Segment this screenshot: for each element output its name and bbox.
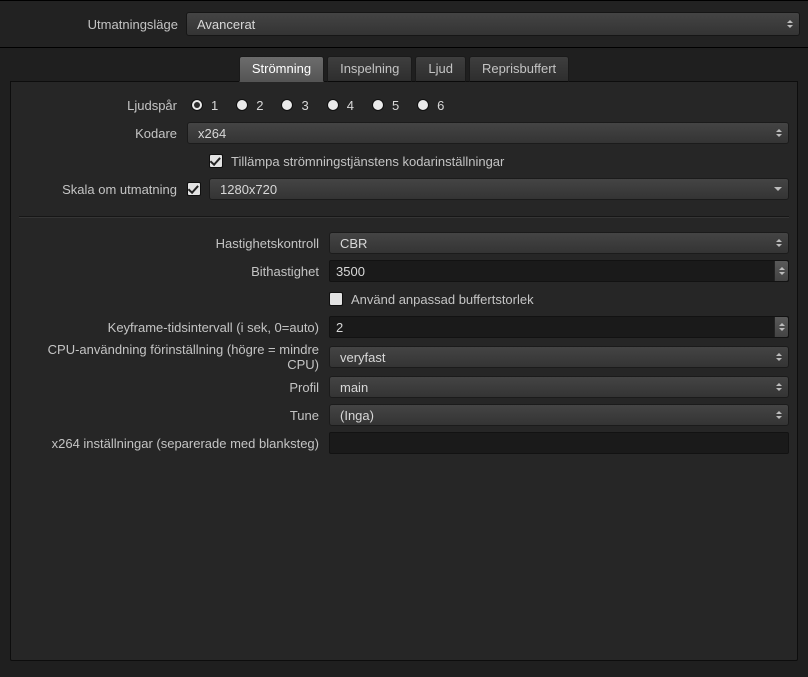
radio-icon (281, 99, 293, 111)
radio-icon (417, 99, 429, 111)
output-mode-value: Avancerat (197, 17, 255, 32)
profile-label: Profil (19, 380, 329, 395)
output-mode-label: Utmatningsläge (0, 17, 186, 32)
updown-icon (774, 261, 788, 281)
audio-track-radios: 1 2 3 4 5 6 (187, 98, 444, 113)
row-bitrate: Bithastighet 3500 (19, 258, 789, 284)
tune-label: Tune (19, 408, 329, 423)
updown-icon (773, 349, 785, 365)
output-mode-combo[interactable]: Avancerat (186, 12, 800, 36)
tabs-region: Strömning Inspelning Ljud Reprisbuffert … (0, 48, 808, 661)
audio-track-5[interactable]: 5 (372, 98, 399, 113)
row-rate-control: Hastighetskontroll CBR (19, 230, 789, 256)
keyframe-value: 2 (336, 320, 343, 335)
audio-track-2[interactable]: 2 (236, 98, 263, 113)
output-mode-bar: Utmatningsläge Avancerat (0, 0, 808, 48)
audio-track-4[interactable]: 4 (327, 98, 354, 113)
keyframe-input[interactable]: 2 (329, 316, 789, 338)
updown-icon (773, 235, 785, 251)
radio-icon (327, 99, 339, 111)
audio-track-1[interactable]: 1 (191, 98, 218, 113)
encoder-combo[interactable]: x264 (187, 122, 789, 144)
row-cpu-preset: CPU-användning förinställning (högre = m… (19, 342, 789, 372)
profile-combo[interactable]: main (329, 376, 789, 398)
rate-control-value: CBR (340, 236, 367, 251)
enforce-label: Tillämpa strömningstjänstens kodarinstäl… (231, 154, 504, 169)
enforce-checkbox[interactable] (209, 154, 223, 168)
audio-track-3[interactable]: 3 (281, 98, 308, 113)
row-enforce: Tillämpa strömningstjänstens kodarinstäl… (19, 148, 789, 174)
radio-icon (372, 99, 384, 111)
row-rescale: Skala om utmatning 1280x720 (19, 176, 789, 202)
rescale-combo[interactable]: 1280x720 (209, 178, 789, 200)
encoder-value: x264 (198, 126, 226, 141)
tune-value: (Inga) (340, 408, 374, 423)
row-x264opts: x264 inställningar (separerade med blank… (19, 430, 789, 456)
keyframe-label: Keyframe-tidsintervall (i sek, 0=auto) (19, 320, 329, 335)
updown-icon (774, 317, 788, 337)
encoder-label: Kodare (19, 126, 187, 141)
radio-icon (236, 99, 248, 111)
row-keyframe: Keyframe-tidsintervall (i sek, 0=auto) 2 (19, 314, 789, 340)
audio-track-6[interactable]: 6 (417, 98, 444, 113)
updown-icon (773, 407, 785, 423)
updown-icon (784, 15, 796, 33)
profile-value: main (340, 380, 368, 395)
cpu-preset-value: veryfast (340, 350, 386, 365)
divider (19, 216, 789, 218)
rate-control-combo[interactable]: CBR (329, 232, 789, 254)
tab-streaming[interactable]: Strömning (239, 56, 324, 82)
bitrate-input[interactable]: 3500 (329, 260, 789, 282)
rescale-label: Skala om utmatning (19, 182, 187, 197)
streaming-pane: Ljudspår 1 2 3 4 5 6 Kodare x264 (10, 81, 798, 661)
bitrate-label: Bithastighet (19, 264, 329, 279)
row-tune: Tune (Inga) (19, 402, 789, 428)
row-encoder: Kodare x264 (19, 120, 789, 146)
rescale-checkbox[interactable] (187, 182, 201, 196)
tab-recording[interactable]: Inspelning (327, 56, 412, 82)
cpu-preset-label: CPU-användning förinställning (högre = m… (19, 342, 329, 372)
audio-track-label: Ljudspår (19, 98, 187, 113)
updown-icon (773, 379, 785, 395)
updown-icon (773, 125, 785, 141)
x264opts-input[interactable] (329, 432, 789, 454)
custom-buffer-label: Använd anpassad buffertstorlek (351, 292, 534, 307)
tune-combo[interactable]: (Inga) (329, 404, 789, 426)
row-profile: Profil main (19, 374, 789, 400)
rescale-value: 1280x720 (220, 182, 277, 197)
row-audio-track: Ljudspår 1 2 3 4 5 6 (19, 92, 789, 118)
row-custom-buffer: Använd anpassad buffertstorlek (19, 286, 789, 312)
tabs: Strömning Inspelning Ljud Reprisbuffert (0, 56, 808, 82)
rate-control-label: Hastighetskontroll (19, 236, 329, 251)
cpu-preset-combo[interactable]: veryfast (329, 346, 789, 368)
bitrate-value: 3500 (336, 264, 365, 279)
tab-audio[interactable]: Ljud (415, 56, 466, 82)
radio-icon (191, 99, 203, 111)
tab-replay[interactable]: Reprisbuffert (469, 56, 569, 82)
custom-buffer-checkbox[interactable] (329, 292, 343, 306)
x264opts-label: x264 inställningar (separerade med blank… (19, 436, 329, 451)
